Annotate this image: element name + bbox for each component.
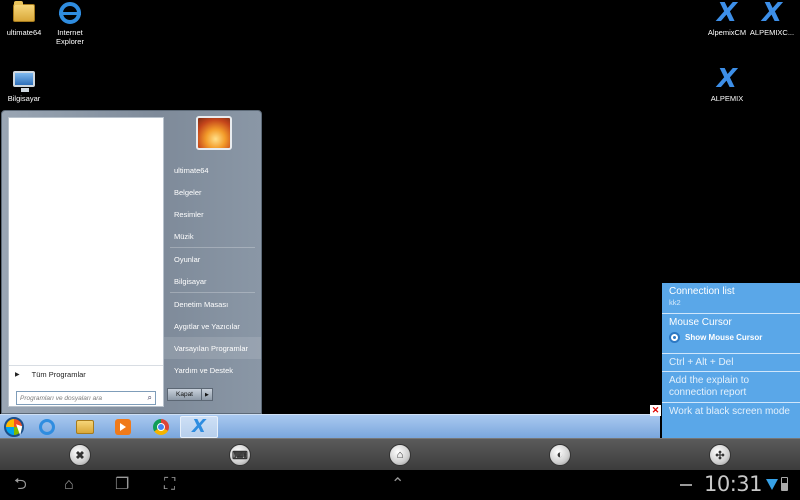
mouse-button[interactable]: ◐ [549,444,571,466]
internet-explorer-icon [57,0,83,26]
mouse-cursor-section: Mouse Cursor Show Mouse Cursor [662,314,800,354]
home-button[interactable]: ⌂ [389,444,411,466]
arrow-right-icon: ▶ [205,391,209,398]
taskbar-alpemix[interactable]: X [180,415,218,438]
all-programs-label: Tüm Programlar [31,370,86,379]
taskbar-media-player[interactable] [104,416,142,438]
alpemix-icon: X [716,0,738,28]
start-item-oyunlar[interactable]: Oyunlar [164,248,261,270]
connection-list-label: Connection list [669,286,735,297]
taskbar-internet-explorer[interactable] [28,416,66,438]
start-menu-links: ultimate64 Belgeler Resimler Müzik Oyunl… [164,159,261,381]
search-input[interactable]: Programları ve dosyaları ara ⌕ [16,391,156,405]
show-mouse-cursor-option[interactable]: Show Mouse Cursor [669,332,793,343]
folder-icon [76,419,94,434]
home-icon: ⌂ [396,449,404,461]
start-item-denetim-masasi[interactable]: Denetim Masası [164,293,261,315]
radio-icon [669,332,680,343]
tools-icon: ✣ [715,449,725,462]
taskbar: X [0,414,660,438]
desktop-icon-label: Internet Explorer [56,28,84,46]
internet-explorer-icon [39,418,55,435]
start-item-aygitlar[interactable]: Aygıtlar ve Yazıcılar [164,315,261,337]
taskbar-explorer[interactable] [66,416,104,438]
chrome-icon [153,418,169,435]
back-icon[interactable]: ⮌ [14,470,27,500]
start-button[interactable] [0,415,28,439]
recent-apps-icon[interactable]: ❐ [115,470,129,500]
screenshot-icon[interactable]: ⛶ [164,470,175,500]
search-icon: ⌕ [147,393,152,402]
close-icon: ✖ [75,449,85,462]
desktop-icon-internet-explorer[interactable]: Internet Explorer [38,0,102,46]
remote-menu-panel: Connection list kk2 Mouse Cursor Show Mo… [662,283,800,438]
search-placeholder: Programları ve dosyaları ara [20,394,103,402]
system-navigation-bar: ⮌ ⌂ ❐ ⛶ ⌃ 10:31 [0,470,800,500]
connection-list-item[interactable]: Connection list kk2 [662,283,800,314]
show-mouse-cursor-label: Show Mouse Cursor [685,333,763,342]
keyboard-icon: ⌨ [232,449,248,462]
desktop-icon-bilgisayar[interactable]: Bilgisayar [0,66,56,103]
desktop-icon-alpemixc[interactable]: X ALPEMIXC... [740,0,800,37]
wifi-icon [766,479,778,490]
media-player-icon [115,418,131,435]
mouse-icon: ◐ [556,449,564,461]
start-item-muzik[interactable]: Müzik [164,225,261,247]
tools-button[interactable]: ✣ [709,444,731,466]
black-screen-item[interactable]: Work at black screen mode [662,403,800,438]
ctrl-alt-del-item[interactable]: Ctrl + Alt + Del [662,354,800,372]
start-item-resimler[interactable]: Resimler [164,203,261,225]
minus-icon [680,484,692,486]
mouse-cursor-label: Mouse Cursor [669,317,732,328]
explain-report-item[interactable]: Add the explain to connection report [662,372,800,403]
home-nav-icon[interactable]: ⌂ [64,470,74,500]
remote-toolbar: ✖ ⌨ ⌂ ◐ ✣ [0,438,800,470]
shutdown-options-button[interactable]: ▶ [202,388,213,401]
alpemix-icon: X [716,64,738,94]
computer-icon [11,66,37,92]
start-item-yardim[interactable]: Yardım ve Destek [164,359,261,381]
desktop-icon-label: Bilgisayar [7,94,41,103]
start-item-varsayilan[interactable]: Varsayılan Programlar [164,337,261,359]
battery-icon [781,477,788,491]
start-menu-programs-pane: ▶ Tüm Programlar Programları ve dosyalar… [8,117,164,407]
start-menu: ▶ Tüm Programlar Programları ve dosyalar… [1,110,262,414]
arrow-right-icon: ▶ [15,372,20,378]
chevron-up-icon[interactable]: ⌃ [391,470,404,500]
start-item-ultimate64[interactable]: ultimate64 [164,159,261,181]
close-icon: ✕ [651,405,660,415]
start-item-bilgisayar[interactable]: Bilgisayar [164,270,261,292]
desktop-icon-label: ALPEMIXC... [749,28,795,37]
alpemix-icon: X [192,416,206,437]
all-programs-button[interactable]: ▶ Tüm Programlar [9,365,163,383]
close-panel-button[interactable]: ✕ [650,405,661,416]
start-item-belgeler[interactable]: Belgeler [164,181,261,203]
desktop-icon-label: ALPEMIX [710,94,744,103]
user-avatar[interactable] [196,116,232,150]
clock: 10:31 [704,472,763,496]
alpemix-icon: X [761,0,783,28]
shutdown-group: Kapat ▶ [167,388,213,401]
close-button[interactable]: ✖ [69,444,91,466]
shutdown-button[interactable]: Kapat [167,388,202,401]
user-folder-icon [11,0,37,26]
keyboard-button[interactable]: ⌨ [229,444,251,466]
connection-name: kk2 [669,298,681,307]
desktop-icon-alpemix[interactable]: X ALPEMIX [695,66,759,103]
taskbar-chrome[interactable] [142,416,180,438]
